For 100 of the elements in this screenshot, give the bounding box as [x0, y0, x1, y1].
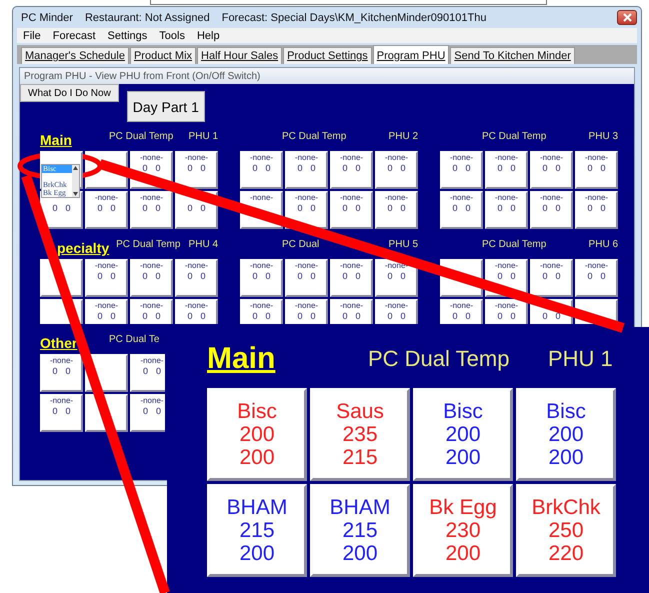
temperature-value: 0	[466, 311, 471, 321]
temperature-value: 0	[342, 163, 348, 173]
scroll-up-icon[interactable]	[72, 165, 79, 171]
tab[interactable]: Manager's Schedule	[21, 47, 129, 64]
product-name: -none-	[140, 396, 164, 406]
product-slot[interactable]: -none- 0 0	[175, 259, 218, 297]
product-slot[interactable]: -none- 0 0	[575, 259, 618, 297]
product-slot[interactable]: -none- 0 0	[440, 299, 483, 324]
product-slot[interactable]: -none- 0 0	[485, 191, 528, 229]
temperature-value: 0	[400, 203, 406, 213]
product-slot[interactable]: -none- 0 0	[240, 151, 283, 189]
window-title: PC Minder	[21, 12, 73, 24]
product-name: Bisc	[237, 400, 277, 423]
product-slot[interactable]: -none- 0 0	[330, 191, 373, 229]
product-name: -none-	[384, 153, 408, 163]
product-slot[interactable]: -none- 0 0	[575, 151, 618, 189]
product-slot[interactable]: -none- 0 0	[40, 354, 83, 392]
product-name: -none-	[540, 193, 564, 203]
product-slot[interactable]: -none- 0 0	[130, 354, 165, 392]
product-name: -none-	[340, 193, 364, 203]
temperature-value: 0	[297, 271, 302, 281]
product-slot[interactable]: -none- 0 0	[440, 191, 483, 229]
product-slot[interactable]: -none- 0 0	[330, 259, 373, 297]
tab[interactable]: Product Mix	[130, 47, 196, 64]
product-slot[interactable]: -none- 0 0	[130, 394, 165, 432]
panel-title: Program PHU - View PHU from Front (On/Off Switch)	[20, 68, 634, 84]
product-name: -none-	[140, 356, 164, 366]
temperature-value: 0	[400, 311, 406, 321]
temperature-value: 0	[252, 311, 258, 321]
product-slot[interactable]: -none- 0 0	[85, 259, 128, 297]
temperature-value: 0	[466, 163, 471, 173]
product-slot[interactable]: -none- 0 0	[240, 259, 283, 297]
product-slot[interactable]: -none- 0 0	[530, 259, 573, 297]
product-slot[interactable]: -none- 0 0	[530, 151, 573, 189]
product-slot[interactable]: -none- 0 0	[375, 259, 418, 297]
product-slot[interactable]: -none- 0 0	[575, 191, 618, 229]
product-slot[interactable]: -none- 0 0	[485, 299, 528, 324]
product-slot[interactable]: -none- 0 0	[175, 299, 218, 324]
product-slot[interactable]: -none- 0 0	[375, 299, 418, 324]
product-slot[interactable]: -none- 0 0	[40, 394, 83, 432]
product-name: -none-	[294, 153, 318, 163]
product-slot[interactable]: -none- 0 0	[285, 151, 328, 189]
temperature-value: 0	[466, 203, 471, 213]
model-label: PC Dual Temp	[116, 239, 180, 251]
menu-item[interactable]: Tools	[159, 30, 185, 42]
temperature-value: 0	[387, 271, 392, 281]
scroll-down-icon[interactable]	[72, 191, 79, 197]
product-name: Bisc	[546, 400, 586, 423]
temperature-value: 0	[497, 271, 502, 281]
tab[interactable]: Program PHU	[372, 45, 450, 64]
product-slot[interactable]: -none- 0 0	[130, 299, 173, 324]
product-name: -none-	[384, 261, 408, 271]
product-slot[interactable]: -none- 0 0	[240, 299, 283, 324]
product-name: -none-	[494, 261, 518, 271]
temperature-value: 0	[310, 311, 316, 321]
product-slot[interactable]: -none- 0 0	[285, 299, 328, 324]
temperature-value: 0	[200, 311, 206, 321]
menu-item[interactable]: File	[23, 30, 41, 42]
temperature-value: 0	[556, 163, 561, 173]
temperature-value: 0	[356, 311, 361, 321]
product-slot[interactable]: -none- 0 0	[85, 191, 128, 229]
product-name: Bk Egg	[429, 496, 497, 519]
product-slot[interactable]: -none- 0 0	[440, 151, 483, 189]
help-button[interactable]: What Do I Do Now	[20, 84, 119, 102]
menu-item[interactable]: Settings	[108, 30, 148, 42]
temperature-value: 0	[542, 203, 548, 213]
tab[interactable]: Product Settings	[283, 47, 372, 64]
temperature-value: 0	[52, 406, 58, 416]
product-slot[interactable]: -none- 0 0	[85, 299, 128, 324]
temperature-value: 0	[142, 406, 148, 416]
temperature-value: 0	[52, 366, 58, 376]
product-slot[interactable]: -none- 0 0	[130, 191, 173, 229]
product-name: -none-	[250, 153, 274, 163]
temperature-value: 0	[142, 203, 148, 213]
product-name: -none-	[184, 261, 208, 271]
product-slot[interactable]: -none- 0 0	[375, 151, 418, 189]
model-label: PC Dual Temp	[282, 131, 346, 143]
menu-item[interactable]: Forecast	[52, 30, 96, 42]
menu-item[interactable]: Help	[196, 30, 220, 42]
product-slot[interactable]: -none- 0 0	[375, 191, 418, 229]
product-slot[interactable]: -none- 0 0	[130, 259, 173, 297]
product-slot[interactable]: -none- 0 0	[175, 151, 218, 189]
product-name: -none-	[384, 301, 408, 311]
tab[interactable]: Send To Kitchen Minder	[450, 47, 575, 64]
day-part-button[interactable]: Day Part 1	[126, 91, 205, 122]
temperature-value: 0	[156, 406, 162, 416]
product-slot[interactable]: -none- 0 0	[485, 151, 528, 189]
product-slot[interactable]: -none- 0 0	[285, 259, 328, 297]
product-name: -none-	[384, 193, 408, 203]
close-button[interactable]	[617, 10, 637, 25]
temperature-value: 0	[187, 163, 192, 173]
temperature-value: 0	[556, 271, 561, 281]
temperature-value: 0	[156, 366, 162, 376]
tab[interactable]: Half Hour Sales	[197, 47, 282, 64]
product-name: -none-	[140, 301, 164, 311]
temperature-value: 0	[200, 203, 206, 213]
product-slot[interactable]: -none- 0 0	[330, 151, 373, 189]
product-slot[interactable]: -none- 0 0	[530, 191, 573, 229]
temperature-value: 0	[542, 163, 548, 173]
product-slot[interactable]: -none- 0 0	[330, 299, 373, 324]
